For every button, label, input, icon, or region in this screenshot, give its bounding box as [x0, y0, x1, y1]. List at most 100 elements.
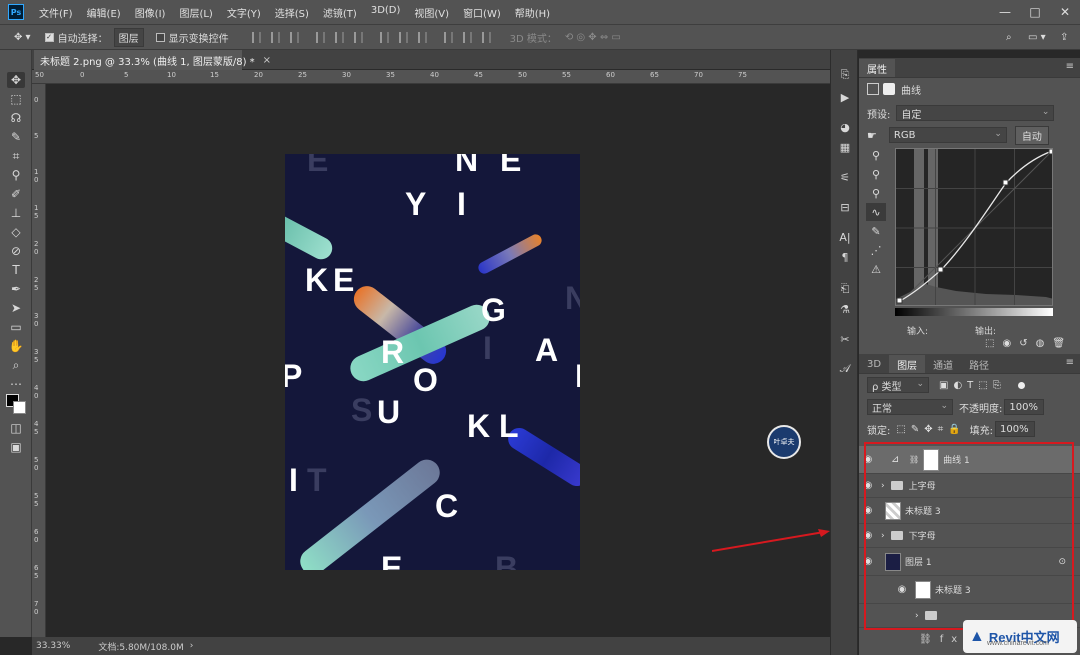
quick-select-tool-icon[interactable]: ✎ [7, 129, 25, 145]
menu-item[interactable]: 图层(L) [172, 5, 219, 20]
menu-item[interactable]: 滤镜(T) [316, 5, 364, 20]
lock-icons[interactable]: ⬚✎✥⌗🔒 [896, 424, 965, 435]
panel-menu-icon[interactable]: ≡ [1066, 61, 1074, 72]
paragraph-icon[interactable]: ¶ [837, 250, 853, 264]
shape-tool-icon[interactable]: ▭ [7, 319, 25, 335]
menu-item[interactable]: 编辑(E) [80, 5, 128, 20]
distribute-center-icon[interactable] [462, 31, 472, 43]
character-icon[interactable]: A| [837, 230, 853, 244]
target-adjust-icon[interactable]: ☛ [867, 129, 877, 142]
menu-item[interactable]: 视图(V) [407, 5, 456, 20]
tool-presets-icon[interactable]: ✂ [837, 332, 853, 346]
maximize-button[interactable]: □ [1020, 0, 1050, 24]
menu-item[interactable]: 帮助(H) [508, 5, 557, 20]
path-select-tool-icon[interactable]: ➤ [7, 300, 25, 316]
screen-mode-icon[interactable]: ▣ [7, 439, 25, 455]
view-previous-icon[interactable]: ◉ [1002, 338, 1011, 349]
search-icon[interactable]: ⌕ [1006, 32, 1012, 43]
workspace-icon[interactable]: ▭ ▾ [1028, 32, 1046, 43]
kind-filter-dropdown[interactable]: ρ 类型 ⌄ [867, 377, 929, 393]
auto-select-dropdown[interactable]: 图层 [113, 27, 144, 47]
eyedropper-gray-icon[interactable]: ⚲ [866, 165, 886, 183]
preset-dropdown[interactable]: 自定 ⌄ [896, 105, 1055, 121]
tab-paths[interactable]: 路径 [961, 355, 997, 373]
curve-point[interactable] [896, 297, 903, 304]
filter-icons[interactable]: ▣◐T⬚⎘ [939, 380, 1006, 391]
move-tool-icon[interactable]: ✥ [7, 72, 25, 88]
pencil-icon[interactable]: ✎ [866, 222, 886, 240]
lasso-tool-icon[interactable]: ☊ [7, 110, 25, 126]
reset-icon[interactable]: ↺ [1019, 338, 1027, 349]
align-top-icon[interactable] [251, 31, 261, 43]
crop-tool-icon[interactable]: ⌗ [7, 148, 25, 164]
background-color-swatch[interactable] [13, 401, 26, 414]
align-right-icon[interactable] [353, 31, 363, 43]
curve-point[interactable] [1002, 179, 1009, 186]
smooth-icon[interactable]: ⋰ [866, 241, 886, 259]
swatches-icon[interactable]: ▦ [837, 140, 853, 154]
align-middle-icon[interactable] [270, 31, 280, 43]
eraser-tool-icon[interactable]: ◇ [7, 224, 25, 240]
actions-play-icon[interactable]: ▶ [837, 90, 853, 104]
libraries-icon[interactable]: ⎗ [837, 282, 853, 296]
eyedropper-tool-icon[interactable]: ⚲ [7, 167, 25, 183]
close-window-button[interactable]: ✕ [1050, 0, 1080, 24]
align-buttons[interactable] [247, 31, 496, 43]
delete-icon[interactable]: 🗑 [1052, 338, 1065, 349]
menu-item[interactable]: 窗口(W) [456, 5, 508, 20]
stamp-tool-icon[interactable]: ⊥ [7, 205, 25, 221]
channel-dropdown[interactable]: RGB ⌄ [888, 127, 1007, 143]
blend-mode-dropdown[interactable]: 正常 ⌄ [867, 399, 953, 415]
auto-button[interactable]: 自动 [1014, 125, 1049, 145]
layers-footer-icons[interactable]: ⛓fx [919, 634, 965, 645]
eyedropper-white-icon[interactable]: ⚲ [866, 184, 886, 202]
tab-3d[interactable]: 3D [859, 355, 889, 373]
brush-presets-icon[interactable]: ⚗ [837, 302, 853, 316]
history-icon[interactable]: ⎘ [837, 68, 853, 82]
menu-item[interactable]: 文件(F) [32, 5, 80, 20]
distribute-left-icon[interactable] [443, 31, 453, 43]
document-tab[interactable]: 未标题 2.png @ 33.3% (曲线 1, 图层蒙版/8) * × [34, 50, 271, 70]
poster-canvas[interactable]: ENEYIKENGIAPRPOSUKLITCEB [285, 154, 580, 570]
bucket-tool-icon[interactable]: ⊘ [7, 243, 25, 259]
visibility-eye-icon[interactable]: ◍ [1036, 338, 1045, 349]
styles-icon[interactable]: ⊟ [837, 200, 853, 214]
more-tools-icon[interactable]: ⋯ [7, 376, 25, 392]
type-tool-icon[interactable]: T [7, 262, 25, 278]
distribute-top-icon[interactable] [379, 31, 389, 43]
marquee-tool-icon[interactable]: ⬚ [7, 91, 25, 107]
minimize-button[interactable]: — [990, 0, 1020, 24]
color-icon[interactable]: ◕ [837, 120, 853, 134]
share-icon[interactable]: ⇪ [1060, 32, 1068, 43]
glyphs-icon[interactable]: 𝒜 [837, 362, 853, 376]
auto-select-checkbox[interactable]: ✓ 自动选择： [44, 30, 108, 45]
hand-tool-icon[interactable]: ✋ [7, 338, 25, 354]
distribute-middle-icon[interactable] [398, 31, 408, 43]
status-menu-icon[interactable]: › [190, 641, 194, 651]
tab-properties[interactable]: 属性 [859, 59, 895, 77]
quick-mask-icon[interactable]: ◫ [7, 420, 25, 436]
curve-point-icon[interactable]: ∿ [866, 203, 886, 221]
pen-tool-icon[interactable]: ✒ [7, 281, 25, 297]
menu-item[interactable]: 3D(D) [364, 5, 408, 20]
clip-to-layer-icon[interactable]: ⬚ [985, 338, 994, 349]
menu-item[interactable]: 图像(I) [128, 5, 173, 20]
curve-point[interactable] [937, 266, 944, 273]
align-bottom-icon[interactable] [289, 31, 299, 43]
zoom-tool-icon[interactable]: ⌕ [7, 357, 25, 373]
close-tab-icon[interactable]: × [263, 55, 271, 66]
fill-input[interactable]: 100% [995, 421, 1036, 437]
align-left-icon[interactable] [315, 31, 325, 43]
opacity-input[interactable]: 100% [1004, 399, 1045, 415]
tab-layers[interactable]: 图层 [889, 355, 926, 373]
distribute-bottom-icon[interactable] [417, 31, 427, 43]
menu-item[interactable]: 选择(S) [268, 5, 316, 20]
curve-point[interactable] [1048, 149, 1053, 155]
align-center-icon[interactable] [334, 31, 344, 43]
panel-menu-icon[interactable]: ≡ [1066, 357, 1074, 368]
mask-icon[interactable] [883, 83, 895, 95]
tab-channels[interactable]: 通道 [925, 355, 961, 373]
clipping-warning-icon[interactable]: ⚠ [866, 260, 886, 278]
curves-graph-svg[interactable] [896, 149, 1053, 306]
zoom-level[interactable]: 33.33% [36, 641, 70, 651]
